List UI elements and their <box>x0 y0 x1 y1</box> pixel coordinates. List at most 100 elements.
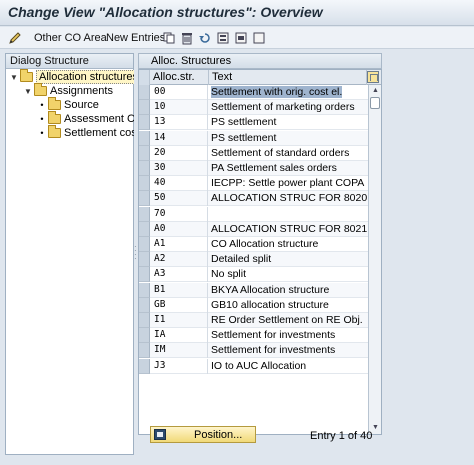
table-row[interactable]: 30 PA Settlement sales orders <box>139 161 368 176</box>
text-cell[interactable]: PS settlement <box>209 131 368 146</box>
tree-node-source[interactable]: • Source <box>38 97 99 112</box>
column-config-icon[interactable] <box>367 71 379 83</box>
select-all-button[interactable] <box>216 30 230 46</box>
text-cell[interactable]: ALLOCATION STRUC FOR 8021 <box>209 222 368 237</box>
row-selector[interactable] <box>139 100 150 116</box>
position-button[interactable]: Position... <box>150 426 256 443</box>
table-row[interactable]: A0 ALLOCATION STRUC FOR 8021 <box>139 221 368 237</box>
row-selector[interactable] <box>139 145 150 161</box>
row-selector[interactable] <box>139 221 150 237</box>
alloc-str-cell[interactable]: A1 <box>153 237 208 252</box>
expand-triangle-icon[interactable]: ▼ <box>24 87 32 96</box>
scroll-thumb[interactable] <box>370 97 380 109</box>
row-selector[interactable] <box>139 115 150 131</box>
alloc-str-cell[interactable]: GB <box>153 297 208 313</box>
row-selector[interactable] <box>139 206 150 222</box>
row-selector[interactable] <box>139 282 150 298</box>
scroll-up-icon[interactable]: ▲ <box>370 86 381 96</box>
alloc-str-cell[interactable]: J3 <box>153 358 208 374</box>
text-cell[interactable]: Settlement for investments <box>209 328 368 343</box>
select-block-button[interactable] <box>234 30 248 46</box>
table-row[interactable]: 10 Settlement of marketing orders <box>139 100 368 116</box>
table-row[interactable]: 14 PS settlement <box>139 130 368 146</box>
alloc-str-cell[interactable]: 10 <box>153 100 208 116</box>
text-cell[interactable]: Settlement with orig. cost el. <box>209 85 368 100</box>
tree-node-assignments[interactable]: ▼ Assignments <box>24 83 113 98</box>
alloc-str-cell[interactable]: B1 <box>153 282 208 298</box>
table-row[interactable]: 13 PS settlement <box>139 115 368 131</box>
table-row[interactable]: A1 CO Allocation structure <box>139 237 368 252</box>
new-entries-button[interactable]: New Entries <box>102 30 165 46</box>
alloc-str-cell[interactable]: 14 <box>153 130 208 146</box>
select-all-rows-cell[interactable] <box>139 70 150 85</box>
text-cell[interactable]: Settlement for investments <box>209 343 368 358</box>
row-selector[interactable] <box>139 130 150 146</box>
text-cell[interactable]: No split <box>209 267 368 282</box>
row-selector[interactable] <box>139 267 150 283</box>
row-selector[interactable] <box>139 252 150 268</box>
row-selector[interactable] <box>139 176 150 192</box>
tree-node-allocation-structures[interactable]: ▼ Allocation structures <box>10 69 142 84</box>
alloc-str-cell[interactable]: 50 <box>153 191 208 207</box>
text-cell[interactable]: Detailed split <box>209 252 368 267</box>
table-row[interactable]: 50 ALLOCATION STRUC FOR 8020 <box>139 191 368 207</box>
expand-triangle-icon[interactable]: ▼ <box>10 73 18 82</box>
table-row[interactable]: 20 Settlement of standard orders <box>139 145 368 161</box>
alloc-str-cell[interactable]: A0 <box>153 221 208 237</box>
row-selector[interactable] <box>139 297 150 313</box>
table-row[interactable]: GB GB10 allocation structure <box>139 297 368 313</box>
table-row[interactable]: I1 RE Order Settlement on RE Obj. <box>139 313 368 328</box>
tree-node-assessment-cost[interactable]: • Assessment Cost <box>38 111 150 126</box>
text-cell[interactable] <box>209 207 368 222</box>
copy-button[interactable] <box>162 30 176 46</box>
delete-button[interactable] <box>180 30 194 46</box>
table-row[interactable]: A2 Detailed split <box>139 252 368 268</box>
row-selector[interactable] <box>139 343 150 359</box>
table-row[interactable]: 40 IECPP: Settle power plant COPA <box>139 176 368 192</box>
undo-button[interactable] <box>198 30 212 46</box>
text-cell[interactable]: IECPP: Settle power plant COPA <box>209 176 368 191</box>
alloc-str-cell[interactable]: I1 <box>153 313 208 328</box>
text-cell[interactable]: GB10 allocation structure <box>209 298 368 313</box>
deselect-all-button[interactable] <box>252 30 266 46</box>
text-cell[interactable]: PA Settlement sales orders <box>209 161 368 176</box>
alloc-str-cell[interactable]: A3 <box>153 267 208 283</box>
vertical-scrollbar[interactable]: ▲ ▼ <box>368 85 381 434</box>
alloc-str-cell[interactable]: 30 <box>153 161 208 176</box>
text-cell[interactable]: IO to AUC Allocation <box>209 359 368 374</box>
text-cell[interactable]: CO Allocation structure <box>209 237 368 252</box>
text-cell[interactable]: Settlement of standard orders <box>209 146 368 161</box>
alloc-str-cell[interactable]: IM <box>153 343 208 359</box>
alloc-str-cell[interactable]: IA <box>153 328 208 344</box>
table-row[interactable]: IM Settlement for investments <box>139 343 368 359</box>
table-row[interactable]: 70 <box>139 206 368 222</box>
table-row[interactable]: J3 IO to AUC Allocation <box>139 358 368 374</box>
table-row[interactable]: 00 Settlement with orig. cost el. <box>139 85 368 100</box>
column-header-alloc-str[interactable]: Alloc.str. <box>150 70 209 85</box>
table-row[interactable]: IA Settlement for investments <box>139 328 368 344</box>
column-header-text[interactable]: Text <box>209 70 367 85</box>
row-selector[interactable] <box>139 85 150 100</box>
alloc-str-cell[interactable]: A2 <box>153 252 208 268</box>
text-cell[interactable]: PS settlement <box>209 115 368 130</box>
table-row[interactable]: B1 BKYA Allocation structure <box>139 282 368 298</box>
alloc-str-cell[interactable]: 13 <box>153 115 208 131</box>
alloc-str-cell[interactable]: 40 <box>153 176 208 192</box>
row-selector[interactable] <box>139 358 150 374</box>
alloc-str-cell[interactable]: 00 <box>153 85 208 100</box>
row-selector[interactable] <box>139 237 150 252</box>
row-selector[interactable] <box>139 191 150 207</box>
display-change-button[interactable] <box>8 30 22 46</box>
table-row[interactable]: A3 No split <box>139 267 368 283</box>
alloc-str-cell[interactable]: 20 <box>153 145 208 161</box>
text-cell[interactable]: RE Order Settlement on RE Obj. <box>209 313 368 328</box>
row-selector[interactable] <box>139 313 150 328</box>
row-selector[interactable] <box>139 328 150 344</box>
alloc-str-cell[interactable]: 70 <box>153 206 208 222</box>
text-cell[interactable]: BKYA Allocation structure <box>209 283 368 298</box>
text-cell[interactable]: Settlement of marketing orders <box>209 100 368 115</box>
other-co-area-button[interactable]: Other CO Area <box>30 30 107 46</box>
row-selector[interactable] <box>139 161 150 176</box>
text-cell[interactable]: ALLOCATION STRUC FOR 8020 <box>209 191 368 206</box>
tree-node-settlement-cost[interactable]: • Settlement cost <box>38 125 140 140</box>
